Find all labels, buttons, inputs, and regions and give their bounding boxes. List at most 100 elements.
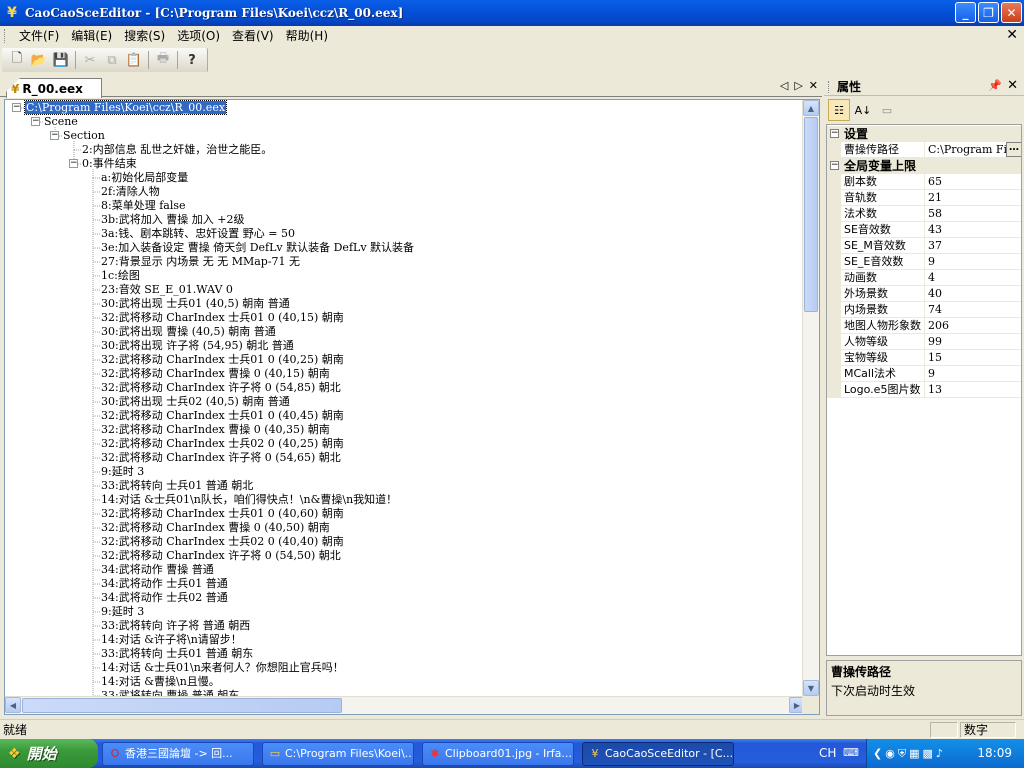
collapse-icon[interactable]: − [50,131,59,140]
property-row[interactable]: Logo.e5图片数 13 [827,382,1021,398]
print-icon[interactable]: 🖶 [152,49,174,71]
tree-node[interactable]: 14:对话 &曹操\n且慢。 [101,675,220,689]
tree-node[interactable]: 3e:加入装备设定 曹操 倚天剑 DefLv 默认装备 DefLv 默认装备 [101,241,414,255]
property-pages-icon[interactable]: ▭ [876,99,898,121]
property-row[interactable]: 宝物等级 15 [827,350,1021,366]
tree-node[interactable]: 33:武将转向 许子将 普通 朝西 [101,619,250,633]
property-value[interactable]: 9 [928,366,1021,382]
tree-node[interactable]: 30:武将出现 许子将 (54,95) 朝北 普通 [101,339,294,353]
taskbar-item[interactable]: ▭ C:\Program Files\Koei\... [262,742,414,766]
property-grid[interactable]: − 设置 曹操传路径 C:\Program Files… − 全局变量上限 剧本数 65 音轨数… [826,124,1022,656]
open-folder-icon[interactable]: 📂 [28,49,50,71]
property-value[interactable]: 74 [928,302,1021,318]
restore-button[interactable]: ❐ [978,2,999,23]
scroll-up-button[interactable]: ▲ [803,100,819,116]
property-row[interactable]: 动画数 4 [827,270,1021,286]
tree-node[interactable]: 3b:武将加入 曹操 加入 +2级 [101,213,244,227]
tree-node[interactable]: 34:武将动作 士兵01 普通 [101,577,228,591]
tree-node[interactable]: 1c:绘图 [101,269,140,283]
new-file-icon[interactable]: 🗋 [6,49,28,71]
property-category[interactable]: − 全局变量上限 [827,158,1021,174]
tree-node[interactable]: 2:内部信息 乱世之奸雄，治世之能臣。 [82,143,272,157]
tree-view[interactable]: C:\Program Files\Koei\ccz\R_00.eex − Scene… [4,99,820,715]
property-value[interactable]: 4 [928,270,1021,286]
scroll-down-button[interactable]: ▼ [803,680,819,696]
property-value[interactable]: 65 [928,174,1021,190]
save-icon[interactable]: 💾 [50,49,72,71]
antivirus-icon[interactable]: ◉ [885,747,895,761]
tree-node[interactable]: 32:武将移动 CharIndex 许子将 0 (54,50) 朝北 [101,549,341,563]
tree-node[interactable]: 33:武将转向 士兵01 普通 朝北 [101,479,253,493]
tab-scroll-left-icon[interactable]: ◁ [780,79,788,92]
close-button[interactable]: ✕ [1001,2,1022,23]
property-value[interactable]: 21 [928,190,1021,206]
property-value[interactable]: 40 [928,286,1021,302]
tree-node[interactable]: 32:武将移动 CharIndex 许子将 0 (54,65) 朝北 [101,451,341,465]
taskbar-item[interactable]: ✱ Clipboard01.jpg - Irfa... [422,742,574,766]
tree-node[interactable]: 32:武将移动 CharIndex 士兵01 0 (40,45) 朝南 [101,409,344,423]
taskbar-item[interactable]: ¥ CaoCaoSceEditor - [C... [582,742,734,766]
color-icon[interactable]: ▩ [922,747,932,761]
property-row[interactable]: MCall法术 9 [827,366,1021,382]
collapse-icon[interactable]: − [12,103,21,112]
tree-node[interactable]: 32:武将移动 CharIndex 曹操 0 (40,15) 朝南 [101,367,330,381]
cut-icon[interactable]: ✂ [79,49,101,71]
property-row[interactable]: 曹操传路径 C:\Program Files… [827,142,1021,158]
tab-r00-eex[interactable]: ¥ R_00.eex [6,78,102,98]
help-icon[interactable]: ? [181,49,203,71]
vertical-scrollbar[interactable]: ▲ ▼ [802,100,819,696]
property-row[interactable]: SE_M音效数 37 [827,238,1021,254]
properties-close-icon[interactable]: ✕ [1007,78,1018,93]
tab-scroll-right-icon[interactable]: ▷ [794,79,802,92]
tree-node[interactable]: 32:武将移动 CharIndex 曹操 0 (40,35) 朝南 [101,423,330,437]
property-value[interactable]: 13 [928,382,1021,398]
copy-icon[interactable]: ⧉ [101,49,123,71]
tree-node[interactable]: 9:延时 3 [101,465,144,479]
minimize-button[interactable]: _ [955,2,976,23]
property-row[interactable]: 音轨数 21 [827,190,1021,206]
tree-node[interactable]: 30:武将出现 士兵02 (40,5) 朝南 普通 [101,395,290,409]
property-row[interactable]: 人物等级 99 [827,334,1021,350]
property-row[interactable]: 外场景数 40 [827,286,1021,302]
tree-node[interactable]: 32:武将移动 CharIndex 曹操 0 (40,50) 朝南 [101,521,330,535]
tree-node[interactable]: 32:武将移动 CharIndex 士兵01 0 (40,15) 朝南 [101,311,344,325]
tree-node[interactable]: 32:武将移动 CharIndex 士兵02 0 (40,40) 朝南 [101,535,344,549]
shield-icon[interactable]: ⛨ [898,747,906,761]
property-row[interactable]: 法术数 58 [827,206,1021,222]
property-category[interactable]: − 设置 [827,126,1021,142]
menu-item-1[interactable]: 编辑(E) [65,26,118,46]
alphabetical-sort-icon[interactable]: A↓ [852,99,874,121]
property-value[interactable]: 37 [928,238,1021,254]
horizontal-scroll-thumb[interactable] [22,698,342,713]
tree-node[interactable]: 32:武将移动 CharIndex 许子将 0 (54,85) 朝北 [101,381,341,395]
tree-node[interactable]: 27:背景显示 内场景 无 无 MMap-71 无 [101,255,300,269]
tree-node[interactable]: 9:延时 3 [101,605,144,619]
title-bar[interactable]: ¥ CaoCaoSceEditor - [C:\Program Files\Ko… [0,0,1024,26]
tree-node[interactable]: 30:武将出现 曹操 (40,5) 朝南 普通 [101,325,276,339]
tree-node[interactable]: 34:武将动作 曹操 普通 [101,563,214,577]
categorized-view-icon[interactable]: ☷ [828,99,850,121]
property-value[interactable]: 9 [928,254,1021,270]
keyboard-icon[interactable]: ⌨ [843,746,859,759]
volume-icon[interactable]: ♪ [936,747,943,761]
tree-node[interactable]: 33:武将转向 士兵01 普通 朝东 [101,647,253,661]
tree-node[interactable]: 34:武将动作 士兵02 普通 [101,591,228,605]
document-close-icon[interactable]: ✕ [1006,27,1018,43]
collapse-icon[interactable]: − [69,159,78,168]
tree-node[interactable]: 14:对话 &士兵01\n来者何人？你想阻止官兵吗！ [101,661,344,675]
scroll-left-button[interactable]: ◀ [5,697,21,713]
property-row[interactable]: 剧本数 65 [827,174,1021,190]
tree-node[interactable]: 14:对话 &许子将\n请留步！ [101,633,242,647]
menu-item-4[interactable]: 查看(V) [226,26,280,46]
collapse-icon[interactable]: − [830,161,839,170]
network-icon[interactable]: ▦ [909,747,919,761]
tree-node[interactable]: 32:武将移动 CharIndex 士兵01 0 (40,25) 朝南 [101,353,344,367]
tree-node[interactable]: 30:武将出现 士兵01 (40,5) 朝南 普通 [101,297,290,311]
property-value[interactable]: 206 [928,318,1021,334]
property-value[interactable]: 43 [928,222,1021,238]
tree-node[interactable]: 23:音效 SE_E_01.WAV 0 [101,283,233,297]
tree-node[interactable]: 32:武将移动 CharIndex 士兵02 0 (40,25) 朝南 [101,437,344,451]
menu-item-3[interactable]: 选项(O) [171,26,226,46]
property-row[interactable]: 内场景数 74 [827,302,1021,318]
tree-node[interactable]: C:\Program Files\Koei\ccz\R_00.eex [23,100,228,115]
